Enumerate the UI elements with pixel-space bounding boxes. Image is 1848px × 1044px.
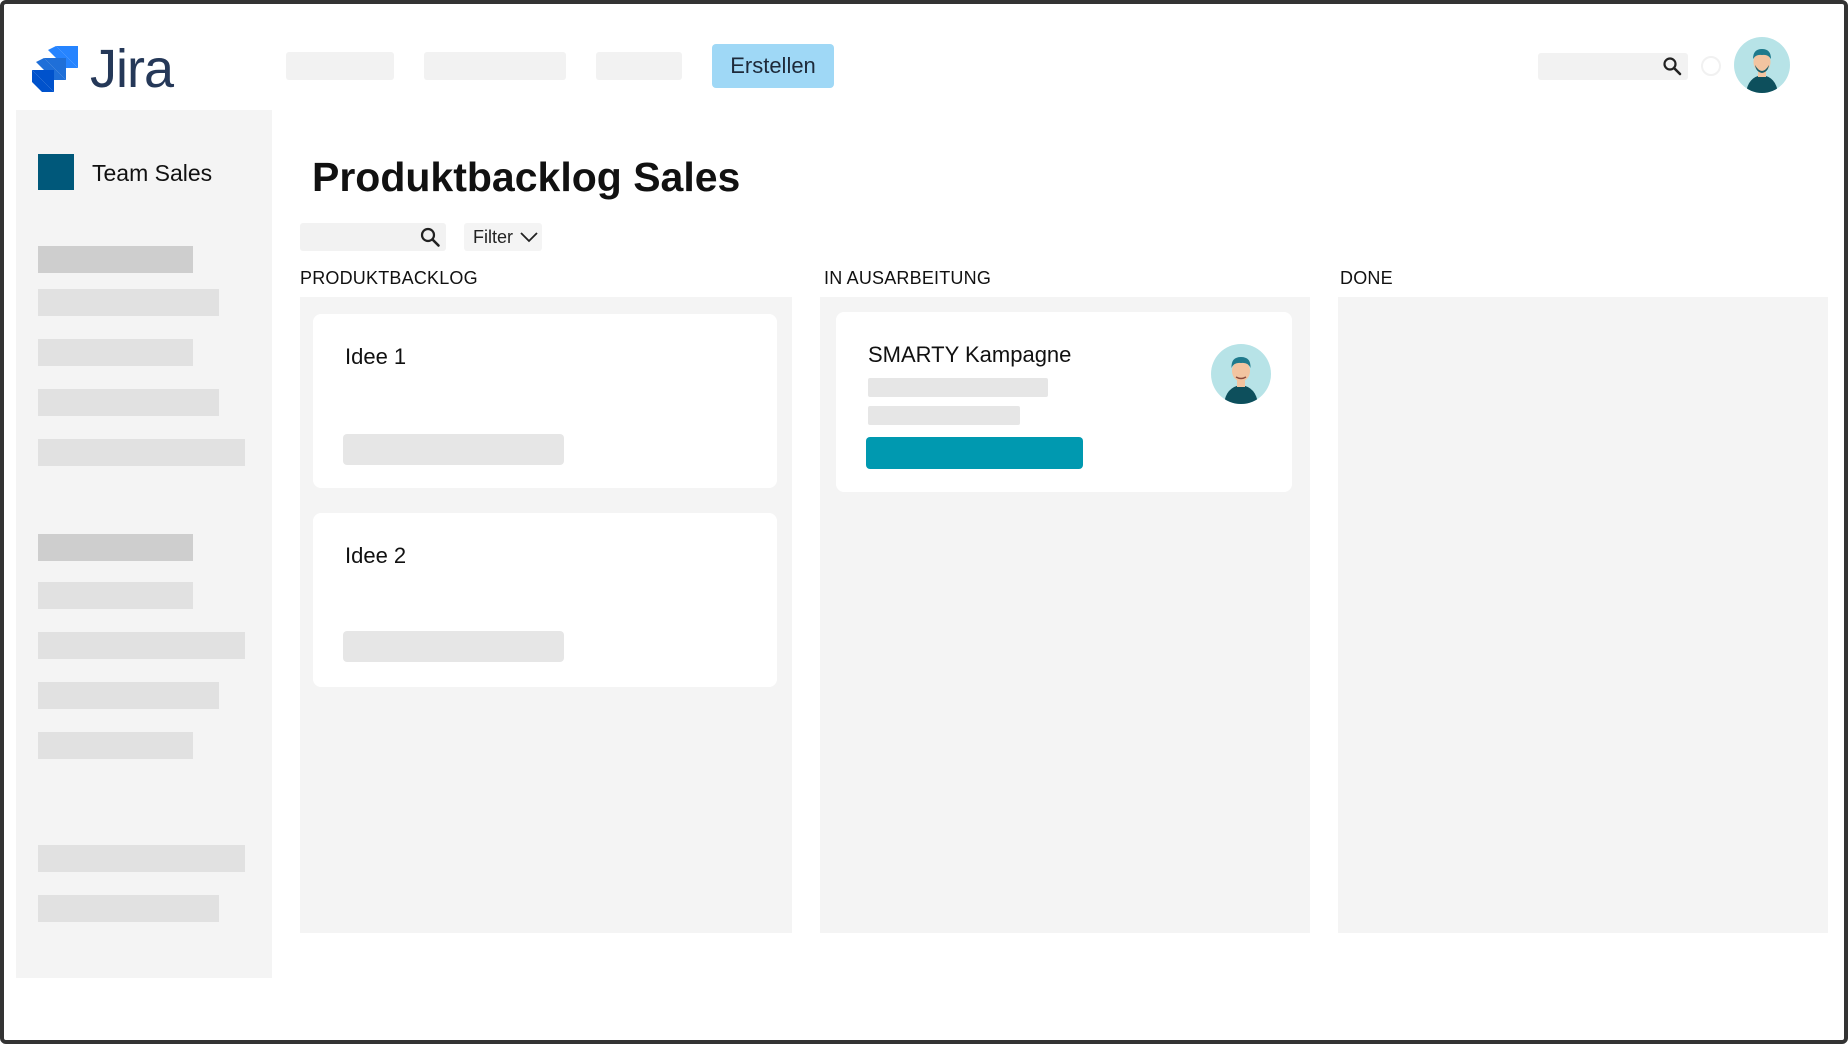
- search-icon: [420, 227, 440, 247]
- card-detail-placeholder: [868, 406, 1020, 425]
- status-bar: [866, 437, 1083, 469]
- sidebar-item-placeholder[interactable]: [38, 895, 219, 922]
- jira-logo[interactable]: Jira: [30, 39, 174, 99]
- card-title: Idee 2: [345, 543, 407, 568]
- issue-card[interactable]: SMARTY Kampagne: [836, 312, 1292, 492]
- sidebar-item-placeholder[interactable]: [38, 582, 193, 609]
- team-icon: [38, 154, 74, 190]
- sidebar-item-placeholder[interactable]: [38, 534, 193, 561]
- sidebar-item-placeholder[interactable]: [38, 845, 245, 872]
- user-avatar-icon: [1224, 357, 1258, 404]
- card-detail-placeholder: [343, 631, 564, 662]
- sidebar-item-placeholder[interactable]: [38, 682, 219, 709]
- column-title-done: DONE: [1340, 268, 1393, 288]
- sidebar-item-placeholder[interactable]: [38, 439, 245, 466]
- create-button[interactable]: Erstellen: [712, 44, 834, 88]
- board-column-backlog: Idee 1 Idee 2: [300, 297, 792, 933]
- issue-card[interactable]: Idee 1: [313, 314, 777, 488]
- nav-item-placeholder[interactable]: [286, 52, 394, 80]
- team-name[interactable]: Team Sales: [92, 160, 212, 187]
- sidebar-item-placeholder[interactable]: [38, 289, 219, 316]
- sidebar-item-placeholder[interactable]: [38, 339, 193, 366]
- nav-item-placeholder[interactable]: [596, 52, 682, 80]
- page-title: Produktbacklog Sales: [312, 154, 741, 200]
- global-search-input[interactable]: [1538, 53, 1688, 80]
- board-column-done: [1338, 297, 1828, 933]
- board-search-input[interactable]: [300, 223, 446, 251]
- board-column-in-progress: SMARTY Kampagne: [820, 297, 1310, 933]
- card-title: Idee 1: [345, 344, 407, 369]
- jira-logo-icon: [32, 46, 78, 92]
- search-icon: [1663, 57, 1682, 76]
- app-window: Jira Erstellen Team Sales Produktbacklog…: [0, 0, 1848, 1044]
- sidebar-item-placeholder[interactable]: [38, 246, 193, 273]
- chevron-down-icon: [520, 231, 538, 242]
- issue-card[interactable]: Idee 2: [313, 513, 777, 687]
- sidebar-item-placeholder[interactable]: [38, 732, 193, 759]
- card-detail-placeholder: [868, 378, 1048, 397]
- user-avatar[interactable]: [1734, 37, 1790, 93]
- assignee-avatar[interactable]: [1211, 344, 1271, 404]
- filter-dropdown[interactable]: Filter: [464, 223, 542, 251]
- column-title-in-progress: IN AUSARBEITUNG: [824, 268, 992, 288]
- filter-label: Filter: [473, 226, 513, 247]
- notification-icon[interactable]: [1701, 56, 1721, 76]
- sidebar-item-placeholder[interactable]: [38, 389, 219, 416]
- sidebar: Team Sales: [16, 110, 272, 978]
- user-avatar-icon: [1746, 49, 1778, 93]
- sidebar-item-placeholder[interactable]: [38, 632, 245, 659]
- card-detail-placeholder: [343, 434, 564, 465]
- nav-item-placeholder[interactable]: [424, 52, 566, 80]
- column-title-backlog: PRODUKTBACKLOG: [300, 268, 478, 288]
- card-title: SMARTY Kampagne: [868, 342, 1072, 367]
- app-name: Jira: [90, 39, 174, 99]
